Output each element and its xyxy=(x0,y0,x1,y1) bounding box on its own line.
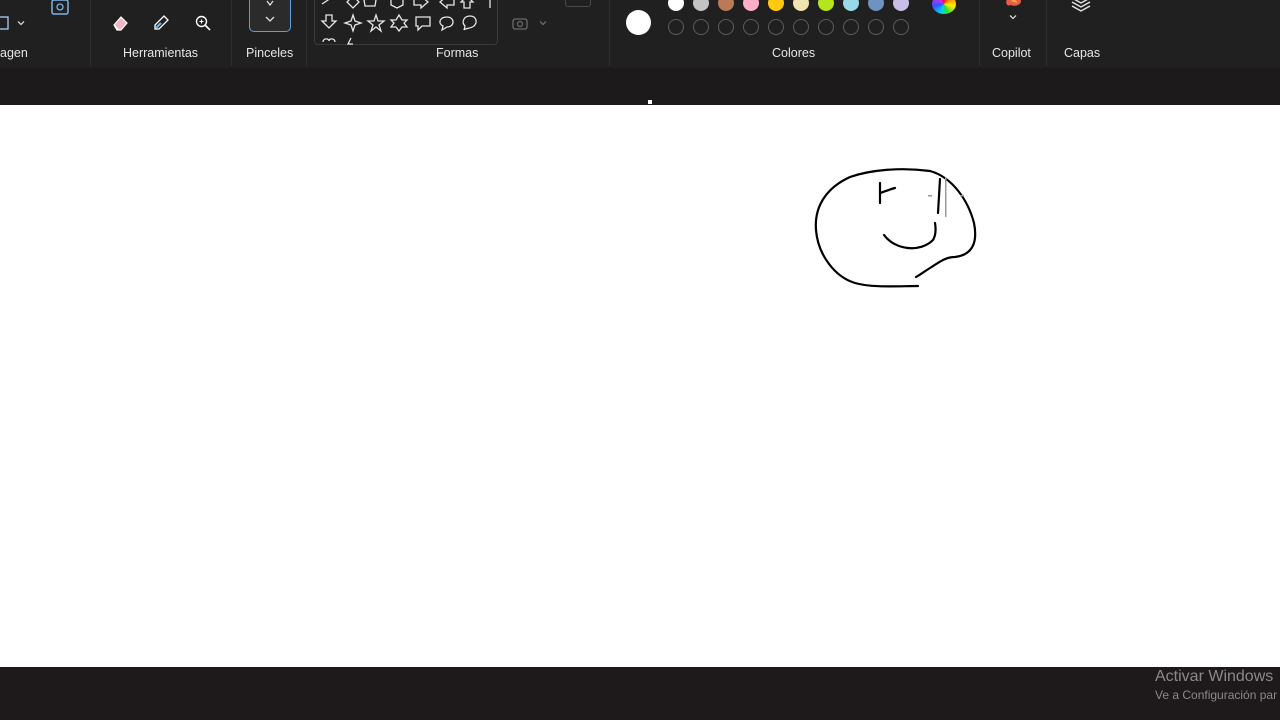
oval-callout-shape-icon xyxy=(439,16,454,32)
color-swatch[interactable] xyxy=(868,0,884,11)
color-swatch[interactable] xyxy=(743,0,759,11)
empty-color-swatch[interactable] xyxy=(893,19,909,35)
six-point-star-shape-icon xyxy=(389,13,409,33)
smile-mouth xyxy=(882,221,937,250)
group-separator xyxy=(90,0,91,66)
shape-fill-chevron-icon[interactable] xyxy=(530,10,556,36)
shapes-group-label: Formas xyxy=(436,46,479,60)
color-swatch[interactable] xyxy=(768,0,784,11)
group-separator xyxy=(609,0,610,66)
group-separator xyxy=(306,0,307,66)
pentagon-shape-icon xyxy=(363,0,377,7)
color-swatch[interactable] xyxy=(818,0,834,11)
status-bar xyxy=(0,667,1280,720)
left-arrow-shape-icon xyxy=(439,0,455,10)
color-swatch[interactable] xyxy=(668,0,684,11)
down-arrow-shape-icon xyxy=(320,14,338,29)
five-point-star-shape-icon xyxy=(366,12,386,33)
up-arrow-shape-icon xyxy=(459,0,475,9)
line-shape-icon xyxy=(321,0,330,5)
color-swatch[interactable] xyxy=(893,0,909,11)
empty-color-swatch[interactable] xyxy=(693,19,709,35)
current-color-swatch[interactable] xyxy=(626,10,651,35)
right-eye xyxy=(936,177,942,215)
activate-windows-subtitle: Ve a Configuración par xyxy=(1155,688,1278,702)
empty-color-swatch[interactable] xyxy=(768,19,784,35)
ribbon-toolbar: agen Herramientas Pinceles Formas Colore… xyxy=(0,0,1280,69)
brushes-group-label: Pinceles xyxy=(246,46,294,60)
empty-color-swatch[interactable] xyxy=(818,19,834,35)
copilot-group-label: Copilot xyxy=(992,46,1031,60)
brush-tip-icon xyxy=(266,0,274,7)
eraser-icon[interactable] xyxy=(107,10,133,36)
lightning-shape-icon xyxy=(346,37,353,45)
copilot-chevron-icon[interactable] xyxy=(1000,4,1026,30)
canvas-top-area xyxy=(0,68,1280,105)
layers-group-label: Capas xyxy=(1064,46,1101,60)
shapes-gallery-icons[interactable] xyxy=(318,0,498,46)
color-swatch[interactable] xyxy=(843,0,859,11)
heart-shape-icon xyxy=(322,38,336,43)
empty-color-swatch[interactable] xyxy=(718,19,734,35)
color-swatch[interactable] xyxy=(718,0,734,11)
image-group-label: agen xyxy=(0,46,28,60)
activate-windows-title: Activar Windows xyxy=(1155,668,1274,685)
left-eye-tick xyxy=(878,186,897,195)
group-separator xyxy=(979,0,980,66)
color-picker-icon[interactable] xyxy=(148,10,174,36)
group-separator xyxy=(1046,0,1047,66)
smiley-face-sketch xyxy=(814,168,977,288)
hexagon-shape-icon xyxy=(390,0,404,9)
color-swatch[interactable] xyxy=(693,0,709,11)
layers-icon[interactable] xyxy=(1068,0,1094,18)
group-separator xyxy=(231,0,232,66)
face-outline-left xyxy=(814,168,932,288)
rectangular-callout-shape-icon xyxy=(415,16,431,32)
image-resize-icon[interactable] xyxy=(47,0,73,21)
color-swatch[interactable] xyxy=(793,0,809,11)
diamond-shape-icon xyxy=(346,0,360,9)
empty-color-swatch[interactable] xyxy=(868,19,884,35)
text-cursor-icon xyxy=(928,177,964,217)
select-dropdown-chevron-icon[interactable] xyxy=(8,10,34,36)
colors-group-label: Colores xyxy=(772,46,816,60)
tools-group-label: Herramientas xyxy=(123,46,199,60)
chevron-down-icon xyxy=(265,16,275,22)
shape-outline-button[interactable] xyxy=(565,0,591,7)
four-point-star-shape-icon xyxy=(342,12,364,34)
empty-color-swatch[interactable] xyxy=(743,19,759,35)
empty-color-swatch[interactable] xyxy=(843,19,859,35)
empty-color-swatch[interactable] xyxy=(668,19,684,35)
cloud-callout-shape-icon xyxy=(462,15,477,31)
empty-color-swatch[interactable] xyxy=(793,19,809,35)
canvas-resize-handle-top[interactable] xyxy=(648,100,652,104)
brush-selector-button[interactable] xyxy=(249,0,291,32)
drawing-canvas[interactable] xyxy=(0,105,1280,667)
edit-colors-icon[interactable] xyxy=(932,0,956,14)
right-arrow-shape-icon xyxy=(413,0,429,10)
magnifier-icon[interactable] xyxy=(190,10,216,36)
